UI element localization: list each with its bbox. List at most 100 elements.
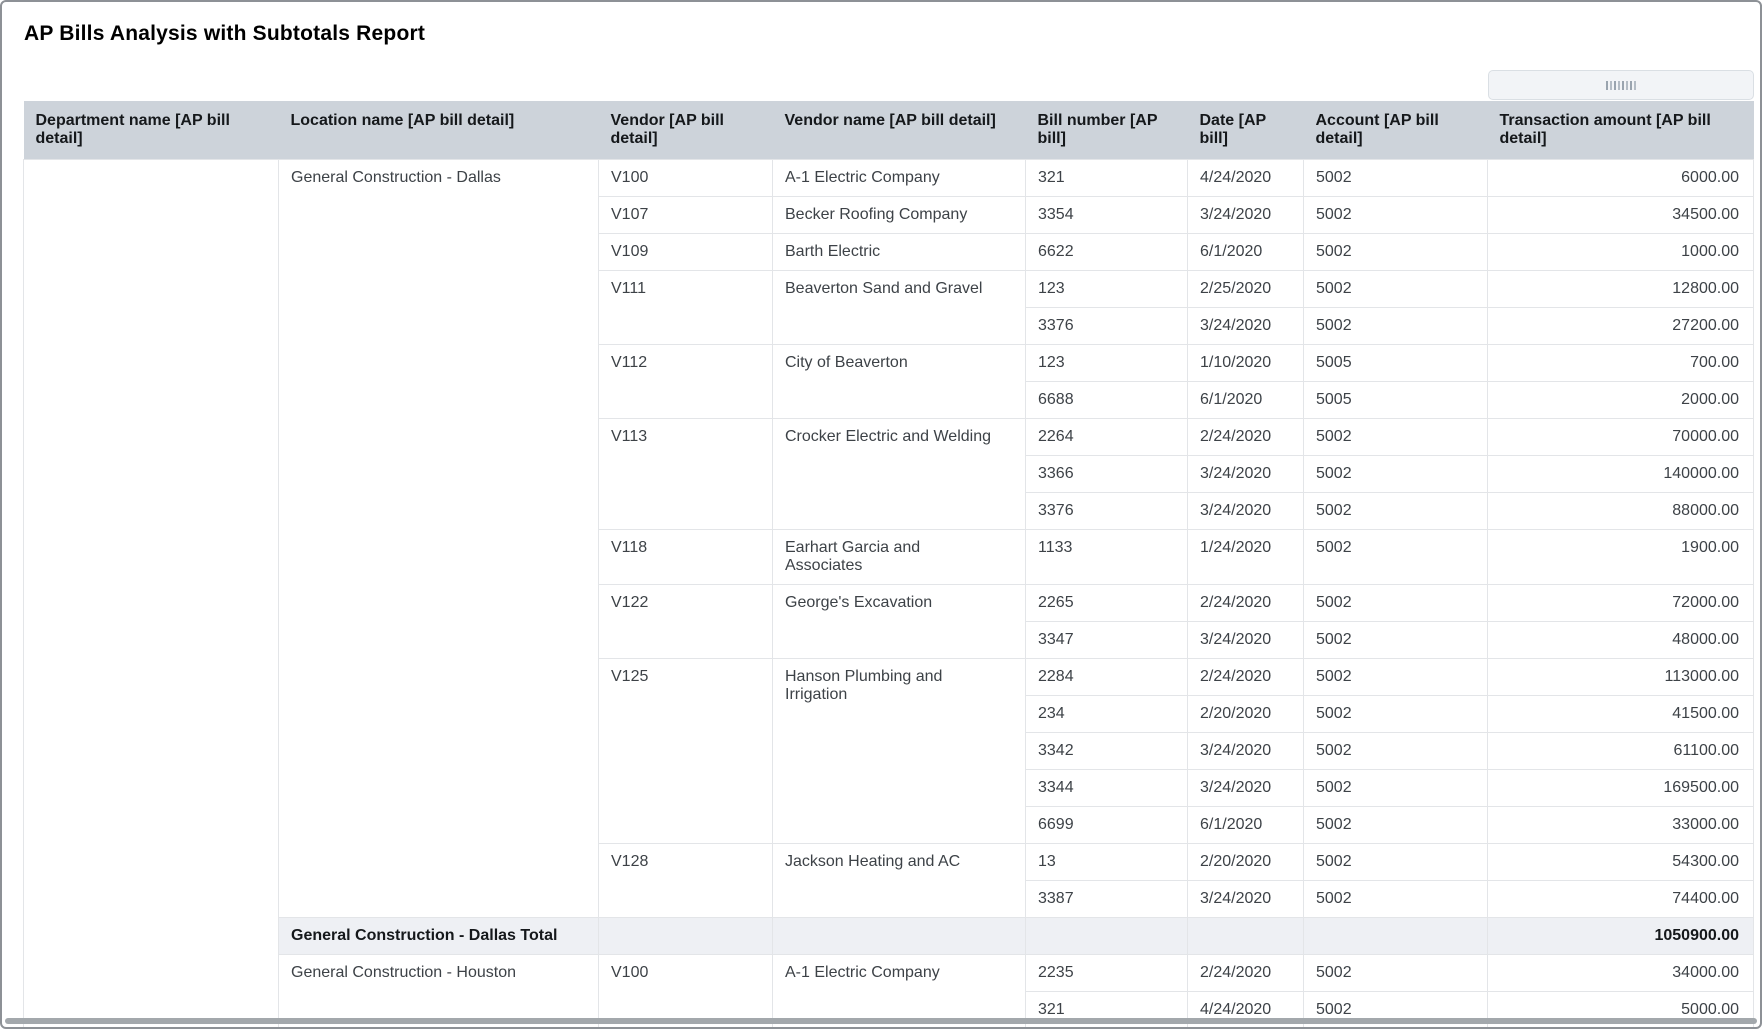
- cell-amount: 54300.00: [1488, 844, 1754, 881]
- grip-dots-icon: [1606, 81, 1636, 90]
- cell-account: 5005: [1304, 382, 1488, 419]
- cell-amount: 34000.00: [1488, 955, 1754, 992]
- cell-date: 1/10/2020: [1188, 345, 1304, 382]
- cell-bill-number: 3366: [1026, 456, 1188, 493]
- cell-date: 6/1/2020: [1188, 807, 1304, 844]
- cell-date: 2/24/2020: [1188, 955, 1304, 992]
- cell-account: 5002: [1304, 197, 1488, 234]
- cell-amount: 6000.00: [1488, 160, 1754, 197]
- cell-vendor: V128: [599, 844, 773, 918]
- subtotal-empty-date: [1188, 918, 1304, 955]
- cell-amount: 27200.00: [1488, 308, 1754, 345]
- cell-date: 3/24/2020: [1188, 622, 1304, 659]
- cell-bill-number: 321: [1026, 160, 1188, 197]
- cell-account: 5002: [1304, 733, 1488, 770]
- subtotal-empty-bill-number: [1026, 918, 1188, 955]
- cell-date: 2/24/2020: [1188, 585, 1304, 622]
- cell-bill-number: 3344: [1026, 770, 1188, 807]
- cell-account: 5002: [1304, 881, 1488, 918]
- column-header-transaction-amount[interactable]: Transaction amount [AP bill detail]: [1488, 101, 1754, 160]
- cell-account: 5002: [1304, 308, 1488, 345]
- cell-account: 5002: [1304, 696, 1488, 733]
- cell-account: 5002: [1304, 659, 1488, 696]
- cell-bill-number: 2284: [1026, 659, 1188, 696]
- cell-bill-number: 1133: [1026, 530, 1188, 585]
- cell-vendor: V100: [599, 160, 773, 197]
- cell-date: 3/24/2020: [1188, 493, 1304, 530]
- cell-amount: 12800.00: [1488, 271, 1754, 308]
- column-header-account[interactable]: Account [AP bill detail]: [1304, 101, 1488, 160]
- cell-date: 2/20/2020: [1188, 696, 1304, 733]
- cell-date: 3/24/2020: [1188, 770, 1304, 807]
- cell-vendor: V122: [599, 585, 773, 659]
- cell-vendor-name: Hanson Plumbing and Irrigation: [773, 659, 1026, 844]
- cell-bill-number: 3342: [1026, 733, 1188, 770]
- cell-amount: 48000.00: [1488, 622, 1754, 659]
- column-header-location-name[interactable]: Location name [AP bill detail]: [279, 101, 599, 160]
- cell-account: 5002: [1304, 419, 1488, 456]
- subtotal-empty-vendor-name: [773, 918, 1026, 955]
- cell-amount: 33000.00: [1488, 807, 1754, 844]
- column-drag-handle[interactable]: [1488, 70, 1754, 100]
- cell-vendor: V111: [599, 271, 773, 345]
- cell-amount: 61100.00: [1488, 733, 1754, 770]
- cell-amount: 2000.00: [1488, 382, 1754, 419]
- cell-date: 3/24/2020: [1188, 733, 1304, 770]
- column-header-bill-number[interactable]: Bill number [AP bill]: [1026, 101, 1188, 160]
- cell-bill-number: 2264: [1026, 419, 1188, 456]
- column-header-vendor-name[interactable]: Vendor name [AP bill detail]: [773, 101, 1026, 160]
- cell-amount: 74400.00: [1488, 881, 1754, 918]
- cell-account: 5002: [1304, 493, 1488, 530]
- cell-department: [24, 160, 279, 1029]
- subtotal-row: General Construction - Dallas Total10509…: [24, 918, 1754, 955]
- cell-vendor-name: A-1 Electric Company: [773, 160, 1026, 197]
- cell-account: 5005: [1304, 345, 1488, 382]
- cell-date: 1/24/2020: [1188, 530, 1304, 585]
- cell-date: 3/24/2020: [1188, 881, 1304, 918]
- cell-date: 2/24/2020: [1188, 659, 1304, 696]
- cell-bill-number: 3376: [1026, 308, 1188, 345]
- cell-amount: 72000.00: [1488, 585, 1754, 622]
- cell-date: 2/24/2020: [1188, 419, 1304, 456]
- cell-vendor: V112: [599, 345, 773, 419]
- subtotal-label: General Construction - Dallas Total: [279, 918, 599, 955]
- cell-date: 2/25/2020: [1188, 271, 1304, 308]
- header-row: Department name [AP bill detail]Location…: [24, 101, 1754, 160]
- cell-amount: 169500.00: [1488, 770, 1754, 807]
- cell-amount: 1000.00: [1488, 234, 1754, 271]
- cell-bill-number: 6622: [1026, 234, 1188, 271]
- cell-amount: 113000.00: [1488, 659, 1754, 696]
- cell-date: 3/24/2020: [1188, 308, 1304, 345]
- column-header-department-name[interactable]: Department name [AP bill detail]: [24, 101, 279, 160]
- cell-vendor-name: Becker Roofing Company: [773, 197, 1026, 234]
- cell-vendor: V118: [599, 530, 773, 585]
- cell-vendor: V125: [599, 659, 773, 844]
- cell-bill-number: 3376: [1026, 493, 1188, 530]
- cell-amount: 140000.00: [1488, 456, 1754, 493]
- cell-location: General Construction - Dallas: [279, 160, 599, 918]
- cell-vendor-name: Beaverton Sand and Gravel: [773, 271, 1026, 345]
- cell-amount: 1900.00: [1488, 530, 1754, 585]
- cell-bill-number: 2265: [1026, 585, 1188, 622]
- cell-date: 3/24/2020: [1188, 456, 1304, 493]
- cell-date: 4/24/2020: [1188, 160, 1304, 197]
- ap-bills-report-table: Department name [AP bill detail]Location…: [23, 101, 1754, 1029]
- subtotal-empty-account: [1304, 918, 1488, 955]
- column-header-vendor[interactable]: Vendor [AP bill detail]: [599, 101, 773, 160]
- cell-account: 5002: [1304, 234, 1488, 271]
- horizontal-scrollbar[interactable]: [5, 1018, 1757, 1024]
- cell-account: 5002: [1304, 807, 1488, 844]
- cell-bill-number: 3387: [1026, 881, 1188, 918]
- cell-vendor: V107: [599, 197, 773, 234]
- cell-account: 5002: [1304, 160, 1488, 197]
- cell-account: 5002: [1304, 770, 1488, 807]
- cell-account: 5002: [1304, 585, 1488, 622]
- cell-vendor-name: Earhart Garcia and Associates: [773, 530, 1026, 585]
- cell-vendor-name: Jackson Heating and AC: [773, 844, 1026, 918]
- cell-bill-number: 3347: [1026, 622, 1188, 659]
- cell-bill-number: 2235: [1026, 955, 1188, 992]
- cell-account: 5002: [1304, 271, 1488, 308]
- column-header-date[interactable]: Date [AP bill]: [1188, 101, 1304, 160]
- cell-account: 5002: [1304, 530, 1488, 585]
- cell-bill-number: 6688: [1026, 382, 1188, 419]
